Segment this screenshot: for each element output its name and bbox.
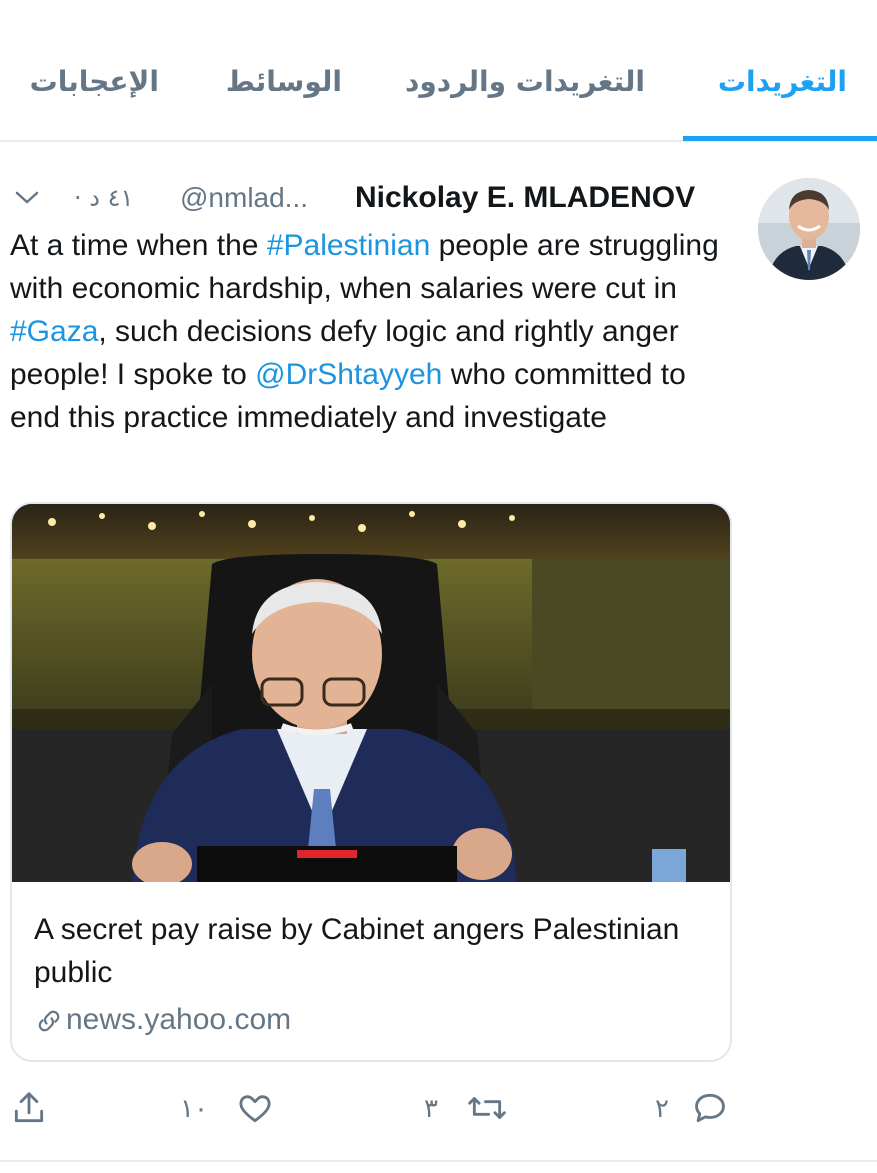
chevron-down-icon[interactable]	[12, 186, 42, 210]
card-image[interactable]	[12, 504, 730, 886]
like-icon	[239, 1095, 271, 1123]
tweet-actions: ١٠ ٣ ٢	[0, 1085, 877, 1135]
hashtag-link[interactable]: #Palestinian	[267, 229, 430, 262]
tab-tweets-and-replies[interactable]: التغريدات والردود	[405, 62, 645, 102]
tweet-text-part: At a time when the	[10, 229, 267, 262]
tab-likes[interactable]: الإعجابات	[30, 62, 159, 102]
hashtag-link[interactable]: #Gaza	[10, 315, 98, 348]
tweet-text: At a time when the #Palestinian people a…	[10, 224, 740, 439]
share-button[interactable]	[10, 1085, 50, 1131]
tweet-divider	[0, 1160, 877, 1162]
tab-tweets[interactable]: التغريدات	[718, 62, 847, 102]
retweet-count: ٣	[424, 1094, 438, 1124]
share-icon	[14, 1092, 44, 1123]
link-icon	[38, 1010, 60, 1032]
avatar[interactable]	[758, 178, 860, 280]
like-button[interactable]: ١٠	[180, 1085, 280, 1131]
like-count: ١٠	[180, 1094, 208, 1124]
tweet-time[interactable]: ٤١ د ·	[74, 178, 133, 218]
reply-icon	[695, 1093, 725, 1123]
retweet-button[interactable]: ٣	[424, 1085, 514, 1131]
reply-count: ٢	[655, 1094, 669, 1124]
profile-tabs: التغريدات التغريدات والردود الوسائط الإع…	[0, 0, 877, 142]
reply-button[interactable]: ٢	[655, 1085, 735, 1131]
author-handle[interactable]: @nmlad...	[180, 178, 308, 218]
link-card[interactable]: A secret pay raise by Cabinet angers Pal…	[10, 502, 732, 1062]
author-name[interactable]: Nickolay E. MLADENOV	[355, 178, 695, 218]
card-domain[interactable]: news.yahoo.com	[34, 998, 291, 1042]
retweet-icon	[468, 1097, 506, 1119]
card-domain-text: news.yahoo.com	[66, 1003, 292, 1036]
mention-link[interactable]: @DrShtayyeh	[255, 358, 442, 391]
card-title[interactable]: A secret pay raise by Cabinet angers Pal…	[34, 908, 694, 994]
tab-media[interactable]: الوسائط	[226, 62, 342, 102]
active-tab-indicator	[683, 136, 877, 141]
